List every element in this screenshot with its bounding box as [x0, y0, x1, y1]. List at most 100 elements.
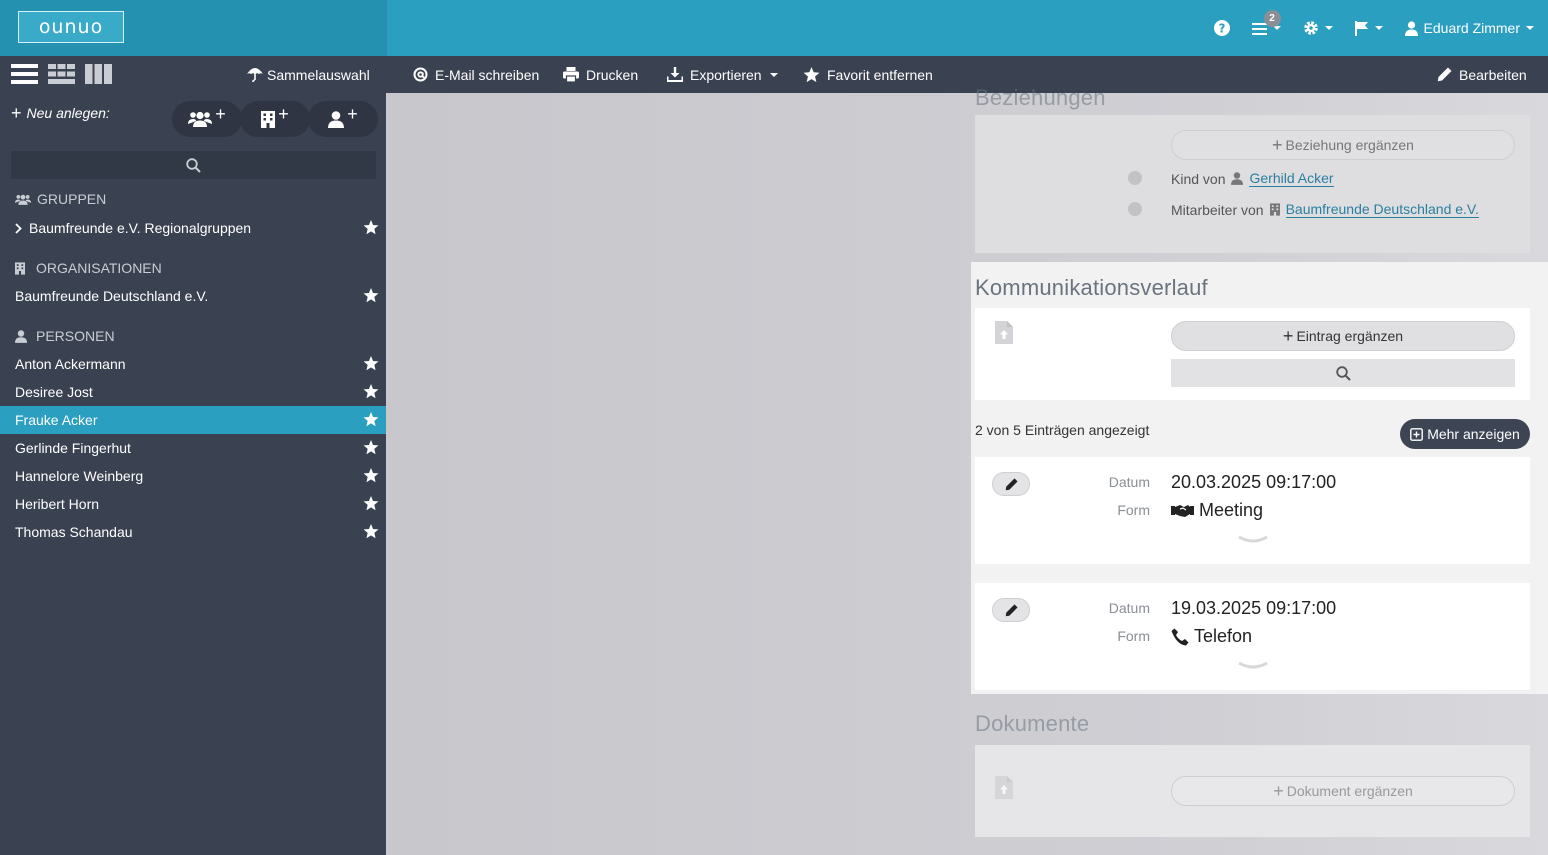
- gear-icon: [1303, 20, 1319, 36]
- flag-icon: [1354, 20, 1369, 36]
- plus-icon: +: [347, 103, 358, 124]
- edit-label: Bearbeiten: [1459, 66, 1527, 83]
- sidebar-item-person[interactable]: Desiree Jost: [0, 378, 386, 406]
- favorite-star-icon[interactable]: [363, 440, 379, 455]
- search-icon: [1335, 365, 1351, 381]
- relation-remove-icon[interactable]: [1128, 171, 1142, 185]
- chevron-down-icon: [769, 72, 778, 77]
- file-upload-icon[interactable]: [995, 321, 1013, 344]
- expand-chevron-icon[interactable]: [1237, 661, 1269, 669]
- sidebar-item-group[interactable]: Baumfreunde e.V. Regionalgruppen: [0, 214, 386, 242]
- logo-area: ounuo: [0, 0, 387, 56]
- section-gruppen: GRUPPEN: [15, 191, 106, 207]
- chevron-down-icon: [1526, 26, 1534, 30]
- favorite-star-icon[interactable]: [363, 356, 379, 371]
- plus-icon: +: [1282, 326, 1294, 346]
- relation-link[interactable]: Baumfreunde Deutschland e.V.: [1285, 201, 1479, 218]
- entry-form: Telefon: [1171, 626, 1252, 647]
- at-icon: [413, 67, 435, 82]
- sammelauswahl-button[interactable]: Sammelauswahl: [247, 56, 370, 93]
- column-view-icon[interactable]: [85, 64, 112, 84]
- add-relation-button[interactable]: + Beziehung ergänzen: [1171, 130, 1515, 160]
- entries-count: 2 von 5 Einträgen angezeigt: [975, 422, 1150, 438]
- sidebar-item-organisation[interactable]: Baumfreunde Deutschland e.V.: [0, 282, 386, 310]
- favorite-star-icon[interactable]: [363, 468, 379, 483]
- export-dropdown[interactable]: Exportieren: [667, 56, 778, 93]
- date-label: Datum: [1108, 600, 1150, 616]
- favorite-star-icon[interactable]: [363, 496, 379, 511]
- add-entry-button[interactable]: + Eintrag ergänzen: [1171, 321, 1515, 351]
- relation-row: Mitarbeiter von Baumfreunde Deutschland …: [1171, 201, 1479, 218]
- print-label: Drucken: [586, 66, 639, 83]
- sidebar-item-person[interactable]: Hannelore Weinberg: [0, 462, 386, 490]
- favorite-star-icon[interactable]: [363, 524, 379, 539]
- user-name: Eduard Zimmer: [1423, 20, 1520, 36]
- phone-icon: [1171, 628, 1194, 646]
- user-menu[interactable]: Eduard Zimmer: [1404, 20, 1534, 36]
- help-button[interactable]: ?: [1213, 20, 1230, 36]
- favorite-star-icon[interactable]: [363, 384, 379, 399]
- chevron-down-icon: [1272, 26, 1281, 30]
- communication-entry: Datum 19.03.2025 09:17:00 Form Telefon: [975, 583, 1530, 690]
- new-group-button[interactable]: +: [172, 101, 242, 137]
- create-new-row: + Neu anlegen: + + +: [0, 93, 386, 139]
- grid-view-icon[interactable]: [48, 64, 75, 84]
- notification-badge: 2: [1263, 9, 1281, 27]
- entry-date: 20.03.2025 09:17:00: [1171, 472, 1337, 492]
- communication-entry: Datum 20.03.2025 09:17:00 Form Meeting: [975, 457, 1530, 564]
- edit-entry-button[interactable]: [992, 598, 1030, 622]
- favorite-star-icon[interactable]: [363, 220, 379, 235]
- edit-button[interactable]: Bearbeiten: [1437, 56, 1527, 93]
- beziehungen-panel: + Beziehung ergänzen Kind von Gerhild Ac…: [975, 115, 1530, 253]
- sidebar-item-person[interactable]: Thomas Schandau: [0, 518, 386, 546]
- list-icon: [1251, 22, 1267, 35]
- favorite-star-icon[interactable]: [363, 412, 379, 427]
- plus-icon: +: [215, 103, 226, 124]
- settings-button[interactable]: [1303, 20, 1333, 36]
- sidebar-item-person[interactable]: Heribert Horn: [0, 490, 386, 518]
- notifications-button[interactable]: 2: [1251, 9, 1281, 35]
- sidebar-item-person[interactable]: Anton Ackermann: [0, 350, 386, 378]
- view-toggles: [11, 64, 112, 84]
- date-label: Datum: [1108, 474, 1150, 490]
- handshake-icon: [1171, 504, 1199, 518]
- flag-button[interactable]: [1354, 20, 1383, 36]
- app-logo[interactable]: ounuo: [18, 11, 124, 43]
- sammelauswahl-label: Sammelauswahl: [267, 66, 370, 83]
- new-organisation-button[interactable]: +: [240, 101, 310, 137]
- user-icon: [1225, 172, 1244, 185]
- relation-link[interactable]: Gerhild Acker: [1249, 170, 1334, 187]
- plus-icon: +: [1273, 781, 1284, 801]
- file-upload-icon[interactable]: [995, 776, 1013, 799]
- favorite-remove-button[interactable]: Favorit entfernen: [803, 56, 933, 93]
- plus-square-icon: [1410, 427, 1427, 441]
- help-icon: ?: [1213, 20, 1230, 36]
- sidebar-search[interactable]: [11, 151, 376, 179]
- expand-chevron-icon[interactable]: [1237, 535, 1269, 543]
- sidebar-item-person-active[interactable]: Frauke Acker: [0, 406, 386, 434]
- add-document-button[interactable]: + Dokument ergänzen: [1171, 776, 1515, 806]
- relation-row: Kind von Gerhild Acker: [1171, 170, 1334, 187]
- user-icon: [1404, 20, 1418, 36]
- show-more-button[interactable]: Mehr anzeigen: [1400, 419, 1530, 449]
- building-icon: [15, 261, 31, 275]
- building-icon: [1264, 203, 1280, 216]
- printer-icon: [563, 67, 586, 82]
- favorite-label: Favorit entfernen: [827, 66, 933, 83]
- form-label: Form: [1117, 502, 1150, 518]
- pencil-icon: [1005, 603, 1018, 617]
- relation-remove-icon[interactable]: [1128, 202, 1142, 216]
- users-icon: [188, 111, 213, 127]
- print-button[interactable]: Drucken: [563, 56, 638, 93]
- favorite-star-icon[interactable]: [363, 288, 379, 303]
- entry-date: 19.03.2025 09:17:00: [1171, 598, 1337, 618]
- chevron-right-icon: [15, 222, 22, 234]
- users-icon: [15, 194, 37, 205]
- kommunikation-toolbar: + Eintrag ergänzen: [975, 308, 1530, 400]
- email-button[interactable]: E-Mail schreiben: [413, 56, 539, 93]
- edit-entry-button[interactable]: [992, 472, 1030, 496]
- sidebar-item-person[interactable]: Gerlinde Fingerhut: [0, 434, 386, 462]
- entry-search-input[interactable]: [1171, 359, 1515, 387]
- new-person-button[interactable]: +: [308, 101, 378, 137]
- list-view-icon[interactable]: [11, 64, 38, 84]
